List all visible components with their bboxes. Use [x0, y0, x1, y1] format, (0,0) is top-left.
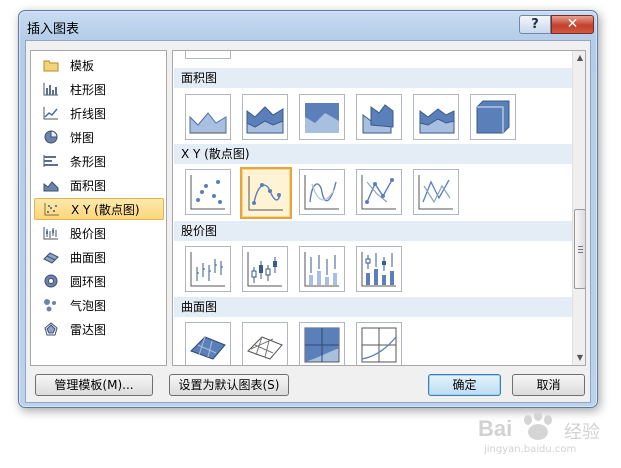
category-label: 圆环图	[70, 274, 107, 289]
cancel-button[interactable]: 取消	[512, 374, 585, 396]
manage-templates-button[interactable]: 管理模板(M)...	[35, 374, 153, 396]
chart-thumb-scatter-markers[interactable]	[185, 169, 231, 215]
category-label: 气泡图	[70, 298, 107, 313]
chart-thumb-scatter-straight-markers[interactable]	[356, 169, 402, 215]
close-button[interactable]: ✕	[551, 15, 594, 34]
chart-thumb-line-partial[interactable]	[185, 51, 231, 59]
category-label: 模板	[70, 58, 95, 73]
set-default-chart-button[interactable]: 设置为默认图表(S)	[169, 374, 289, 396]
chart-thumb-stock-vhlc[interactable]	[299, 246, 345, 292]
category-item-doughnut[interactable]: 圆环图	[34, 270, 164, 292]
category-label: 雷达图	[70, 322, 107, 337]
chart-thumb-3d-surface[interactable]	[185, 322, 231, 365]
section-header-area: 面积图	[174, 68, 572, 88]
category-item-surface[interactable]: 曲面图	[34, 246, 164, 268]
radar-chart-icon	[42, 321, 60, 337]
chart-thumb-scatter-smooth-markers[interactable]	[240, 167, 292, 219]
baidu-jingyan-watermark: Bai 经验 jingyan.baidu.com	[478, 408, 618, 460]
line-chart-icon	[42, 105, 60, 121]
section-header-scatter: X Y (散点图)	[174, 144, 572, 164]
gallery-scrollbar[interactable]: ▲ ▼	[572, 51, 585, 365]
watermark-brand: Bai	[478, 416, 513, 441]
surface-chart-icon	[42, 249, 60, 265]
chart-thumb-stock-hlc[interactable]	[185, 246, 231, 292]
category-label: 饼图	[70, 130, 95, 145]
scrollbar-thumb[interactable]	[574, 209, 585, 289]
doughnut-chart-icon	[42, 273, 60, 289]
bubble-chart-icon	[42, 297, 60, 313]
category-label: 股价图	[70, 226, 107, 241]
chart-thumb-wireframe-contour[interactable]	[356, 322, 402, 365]
chart-category-list[interactable]: 模板 柱形图 折线图 饼图 条形图 面积图 X Y (散点图) 股价图 曲面图 …	[30, 50, 167, 366]
category-label: 折线图	[70, 106, 107, 121]
chart-thumb-3d-area[interactable]	[356, 94, 402, 140]
chart-thumb-wireframe-surface[interactable]	[242, 322, 288, 365]
area-chart-icon	[42, 177, 60, 193]
watermark-suffix: 经验	[564, 422, 600, 443]
category-item-bar[interactable]: 条形图	[34, 150, 164, 172]
chart-thumb-3d-100-area[interactable]	[470, 94, 516, 140]
category-item-bubble[interactable]: 气泡图	[34, 294, 164, 316]
pie-chart-icon	[42, 129, 60, 145]
scroll-up-arrow-icon[interactable]: ▲	[575, 53, 585, 63]
category-label: 条形图	[70, 154, 107, 169]
watermark-url: jingyan.baidu.com	[484, 444, 577, 455]
category-label: 曲面图	[70, 250, 107, 265]
help-button[interactable]: ?	[519, 15, 551, 34]
chart-thumb-3d-stacked-area[interactable]	[413, 94, 459, 140]
dialog-title: 插入图表	[27, 22, 80, 37]
section-header-stock: 股价图	[174, 221, 572, 241]
section-header-surface: 曲面图	[174, 297, 572, 317]
ok-button[interactable]: 确定	[428, 374, 501, 396]
chart-thumb-stock-vohlc[interactable]	[356, 246, 402, 292]
dialog-body: 模板 柱形图 折线图 饼图 条形图 面积图 X Y (散点图) 股价图 曲面图 …	[25, 40, 591, 403]
chart-thumb-contour[interactable]	[299, 322, 345, 365]
folder-icon	[42, 57, 60, 73]
category-item-line[interactable]: 折线图	[34, 102, 164, 124]
category-label: X Y (散点图)	[71, 202, 140, 217]
category-item-stock[interactable]: 股价图	[34, 222, 164, 244]
category-item-scatter[interactable]: X Y (散点图)	[34, 198, 164, 220]
category-item-pie[interactable]: 饼图	[34, 126, 164, 148]
category-label: 柱形图	[70, 82, 107, 97]
chart-thumb-scatter-straight[interactable]	[413, 169, 459, 215]
stock-chart-icon	[42, 225, 60, 241]
category-item-column[interactable]: 柱形图	[34, 78, 164, 100]
chart-thumb-stacked-area[interactable]	[242, 94, 288, 140]
category-item-radar[interactable]: 雷达图	[34, 318, 164, 340]
insert-chart-dialog: 插入图表 ? ✕ 模板 柱形图 折线图 饼图 条形图 面积图 X Y (散点图)…	[18, 10, 598, 408]
category-item-area[interactable]: 面积图	[34, 174, 164, 196]
category-label: 面积图	[70, 178, 107, 193]
column-chart-icon	[42, 81, 60, 97]
chart-thumb-scatter-smooth[interactable]	[299, 169, 345, 215]
bar-chart-icon	[42, 153, 60, 169]
scatter-chart-icon	[43, 201, 61, 217]
chart-thumb-area[interactable]	[185, 94, 231, 140]
chart-gallery[interactable]: 面积图 X Y (散点图) 股价图 曲面图 ▲ ▼	[172, 50, 586, 366]
chart-thumb-100-area[interactable]	[299, 94, 345, 140]
chart-thumb-stock-ohlc[interactable]	[242, 246, 288, 292]
scroll-down-arrow-icon[interactable]: ▼	[575, 353, 585, 363]
category-item-templates[interactable]: 模板	[34, 54, 164, 76]
